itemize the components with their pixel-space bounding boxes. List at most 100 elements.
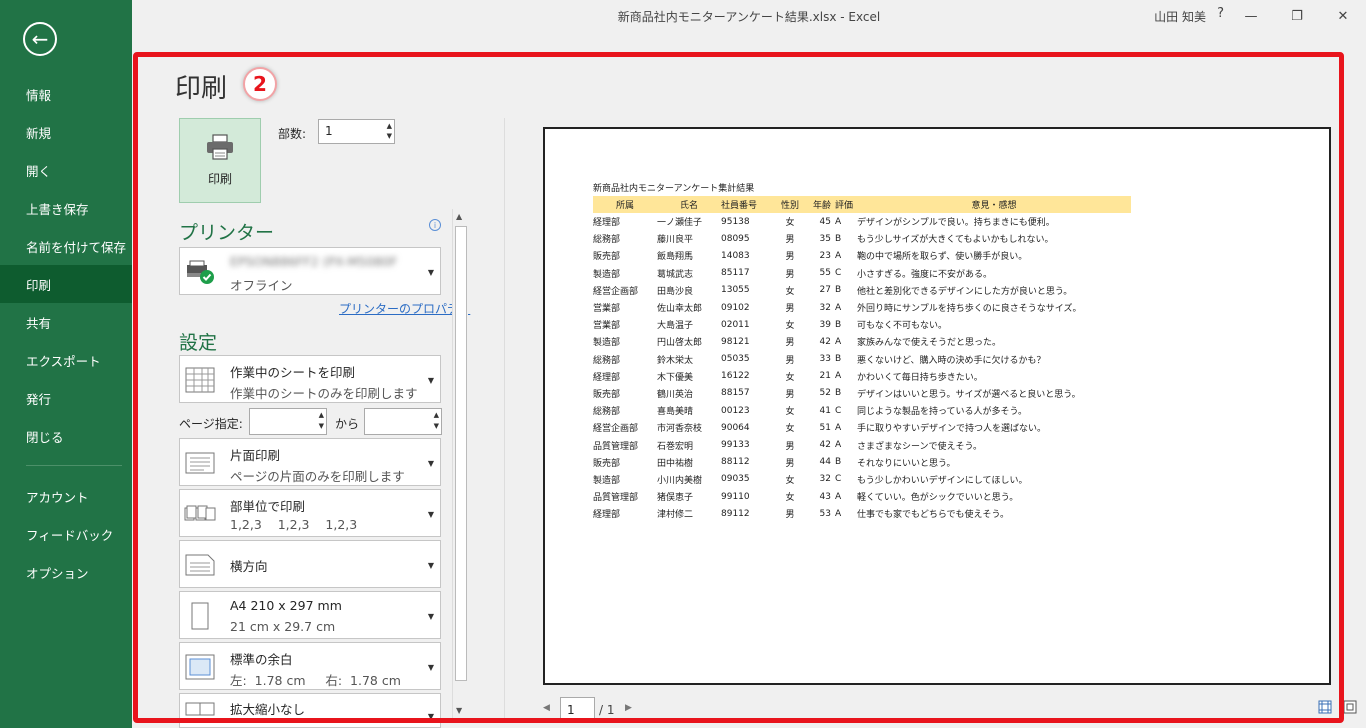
table-cell: 外回り時にサンプルを持ち歩くのに良さそうなサイズ。 [857,304,1082,315]
table-cell: 円山啓太郎 [657,338,703,349]
print-button-label: 印刷 [207,172,232,186]
minimize-button[interactable]: — [1228,0,1274,32]
pages-to-input[interactable]: ▲ ▼ [364,408,442,435]
sheet-grid-icon [185,367,215,393]
nav-item-info[interactable]: 情報 [0,75,132,113]
table-cell: 男 [785,355,795,366]
print-what-dropdown[interactable]: 作業中のシートを印刷 作業中のシートのみを印刷します ▼ [179,355,441,403]
table-cell: A [835,422,842,433]
user-name[interactable]: 山田 知美 [1154,8,1206,25]
help-icon[interactable]: ? [1217,6,1224,21]
table-cell: 98121 [721,336,750,347]
nav-item-options[interactable]: オプション [0,553,132,591]
restore-button[interactable]: ❐ [1274,0,1320,32]
table-cell: 88112 [721,457,750,468]
table-cell: B [835,319,842,330]
table-cell: 99110 [721,491,750,502]
table-row: 品質管理部 石巻宏明 99133 男 42 A さまざまなシーンで使えそう。 [593,436,1131,453]
pages-label: ページ指定: [179,417,243,431]
scroll-up-icon[interactable]: ▲ [456,212,462,221]
table-cell: B [835,457,842,468]
sides-sub: ページの片面のみを印刷します [230,469,405,484]
scroll-thumb[interactable] [455,226,467,681]
step-badge: 2 [243,67,277,101]
next-page-icon[interactable]: ▶ [625,703,632,713]
scroll-down-icon[interactable]: ▼ [456,706,462,715]
back-arrow-icon[interactable]: ← [23,22,57,56]
close-button[interactable]: ✕ [1320,0,1366,32]
margins-dropdown[interactable]: 標準の余白 左: 1.78 cm 右: 1.78 cm ▼ [179,642,441,690]
orientation-dropdown[interactable]: 横方向 ▼ [179,540,441,588]
copies-input[interactable]: 1 ▲ ▼ [318,119,395,144]
table-cell: 55 [819,268,831,279]
col-header: 氏名 [657,196,721,213]
nav-item-save[interactable]: 上書き保存 [0,189,132,227]
nav-item-export[interactable]: エクスポート [0,341,132,379]
spin-down-icon[interactable]: ▼ [434,423,439,430]
collate-dropdown[interactable]: 部単位で印刷 1,2,3 1,2,3 1,2,3 ▼ [179,489,441,537]
sides-dropdown[interactable]: 片面印刷 ページの片面のみを印刷します ▼ [179,438,441,486]
page-number-input[interactable]: 1 [560,697,595,722]
table-header-row: 所属 氏名 社員番号 性別 年齢 評価 意見・感想 [593,196,1131,213]
table-cell: 女 [785,372,795,383]
table-cell: 02011 [721,319,750,330]
pages-from-input[interactable]: ▲ ▼ [249,408,327,435]
table-cell: 経営企画部 [593,424,639,435]
spin-up-icon[interactable]: ▲ [434,412,439,419]
nav-item-open[interactable]: 開く [0,151,132,189]
nav-item-feedback[interactable]: フィードバック [0,515,132,553]
printer-properties-link[interactable]: プリンターのプロパティ [339,300,470,317]
settings-scrollbar[interactable]: ▲ ▼ [452,209,468,719]
table-cell: 総務部 [593,235,621,246]
spin-down-icon[interactable]: ▼ [319,423,324,430]
table-cell: 95138 [721,216,750,227]
table-cell: 女 [785,475,795,486]
paper-size-title: A4 210 x 297 mm [230,598,342,613]
table-cell: 猪俣恵子 [657,493,694,504]
table-cell: 男 [785,458,795,469]
table-cell: 鶴川英治 [657,389,694,400]
nav-item-publish[interactable]: 発行 [0,379,132,417]
dropdown-arrow-icon: ▼ [427,612,434,621]
prev-page-icon[interactable]: ◀ [543,703,550,713]
nav-item-new[interactable]: 新規 [0,113,132,151]
table-row: 総務部 鈴木栄太 05035 男 33 B 悪くないけど、購入時の決め手に欠けるかも？ [593,351,1131,368]
info-icon[interactable]: i [429,219,441,231]
show-margins-icon[interactable] [1318,700,1332,714]
table-cell: A [835,216,842,227]
title-bar: 新商品社内モニターアンケート結果.xlsx - Excel 山田 知美 ? — … [132,0,1366,32]
zoom-to-page-icon[interactable] [1343,700,1357,714]
spin-up-icon[interactable]: ▲ [319,412,324,419]
nav-item-close[interactable]: 閉じる [0,417,132,455]
table-cell: 88157 [721,388,750,399]
table-row: 営業部 佐山幸太郎 09102 男 32 A 外回り時にサンプルを持ち歩くのに良さそうなサイ… [593,299,1131,316]
table-cell: 総務部 [593,355,621,366]
nav-item-share[interactable]: 共有 [0,303,132,341]
table-cell: デザインがシンプルで良い。持ちまきにも便利。 [857,218,1055,229]
table-cell: それなりにいいと思う。 [857,458,956,469]
scaling-dropdown[interactable]: 拡大縮小なし ▼ [179,693,441,728]
table-cell: 鞄の中で場所を取らず、使い勝手が良い。 [857,252,1028,263]
collate-sub: 1,2,3 1,2,3 1,2,3 [230,517,358,532]
table-cell: かわいくて毎日持ち歩きたい。 [857,372,983,383]
nav-item-account[interactable]: アカウント [0,477,132,515]
table-row: 品質管理部 猪俣恵子 99110 女 43 A 軽くていい。色がシックでいいと思う。 [593,488,1131,505]
table-cell: 他社と差別化できるデザインにした方が良いと思う。 [857,286,1073,297]
col-header: 年齢 [805,196,833,213]
nav-item-save-as[interactable]: 名前を付けて保存 [0,227,132,265]
print-button[interactable]: 印刷 [179,118,261,203]
table-cell: 14083 [721,250,750,261]
paper-size-dropdown[interactable]: A4 210 x 297 mm 21 cm x 29.7 cm ▼ [179,591,441,639]
table-cell: 小川内美樹 [657,475,703,486]
spin-down-icon[interactable]: ▼ [387,133,392,140]
table-cell: 製造部 [593,269,621,280]
spin-up-icon[interactable]: ▲ [387,123,392,130]
table-cell: 経理部 [593,372,621,383]
table-cell: 09035 [721,474,750,485]
table-cell: デザインはいいと思う。サイズが選べると良いと思う。 [857,389,1081,400]
table-cell: 田中祐樹 [657,458,694,469]
table-cell: B [835,285,842,296]
printer-dropdown[interactable]: EPSON886FF2 (PX-M5080F オフライン ▼ [179,247,441,295]
preview-table: 所属 氏名 社員番号 性別 年齢 評価 意見・感想 経理部 一ノ瀬佳子 95138 女… [593,196,1131,522]
nav-item-print[interactable]: 印刷 [0,265,132,303]
